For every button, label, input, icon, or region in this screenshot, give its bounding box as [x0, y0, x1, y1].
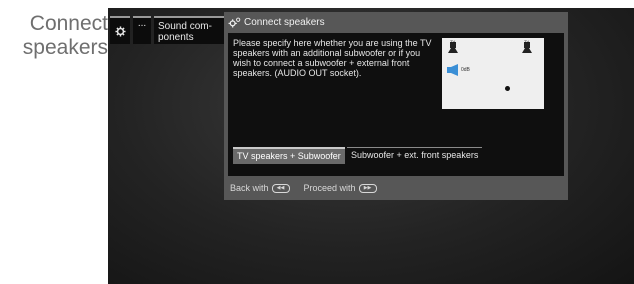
caption-line-2: speakers — [22, 36, 108, 59]
connect-speakers-dialog: Connect speakers Please specify here whe… — [224, 12, 568, 200]
rewind-key-icon: ◀◀ — [271, 183, 290, 193]
dialog-title: Connect speakers — [244, 16, 325, 28]
page-caption: Connect speakers — [8, 12, 108, 60]
back-hint-label: Back with — [230, 183, 269, 193]
caption-line-1: Connect — [29, 12, 108, 35]
gear-icon — [228, 17, 241, 28]
dialog-header: Connect speakers — [224, 12, 568, 32]
subwoofer-level: 0dB — [461, 67, 470, 73]
breadcrumb-sound-components[interactable]: Sound com- ponents — [154, 16, 226, 44]
breadcrumb-sound-label: Sound com- ponents — [158, 21, 212, 43]
tv-screen: ... Sound com- ponents Connect speakers … — [108, 8, 634, 284]
breadcrumb-settings[interactable] — [110, 16, 130, 44]
right-speaker-label: TV — [524, 39, 530, 44]
dialog-description: Please specify here whether you are usin… — [233, 38, 432, 78]
proceed-hint-label: Proceed with — [303, 183, 356, 193]
option-tv-speakers-subwoofer[interactable]: TV speakers + Subwoofer — [233, 147, 345, 164]
breadcrumb-ellipsis[interactable]: ... — [133, 16, 151, 44]
speaker-diagram: TV TV 0dB — [442, 38, 544, 109]
forward-key-icon: ▶▶ — [358, 183, 377, 193]
gear-icon — [114, 25, 126, 37]
dialog-footer: Back with ◀◀ Proceed with ▶▶ — [230, 183, 377, 193]
option-subwoofer-ext-front[interactable]: Subwoofer + ext. front speakers — [347, 147, 483, 164]
left-speaker-label: TV — [450, 39, 456, 44]
subwoofer-speaker-icon — [447, 64, 458, 76]
dialog-content: Please specify here whether you are usin… — [228, 33, 564, 176]
listener-position-dot — [505, 86, 510, 91]
